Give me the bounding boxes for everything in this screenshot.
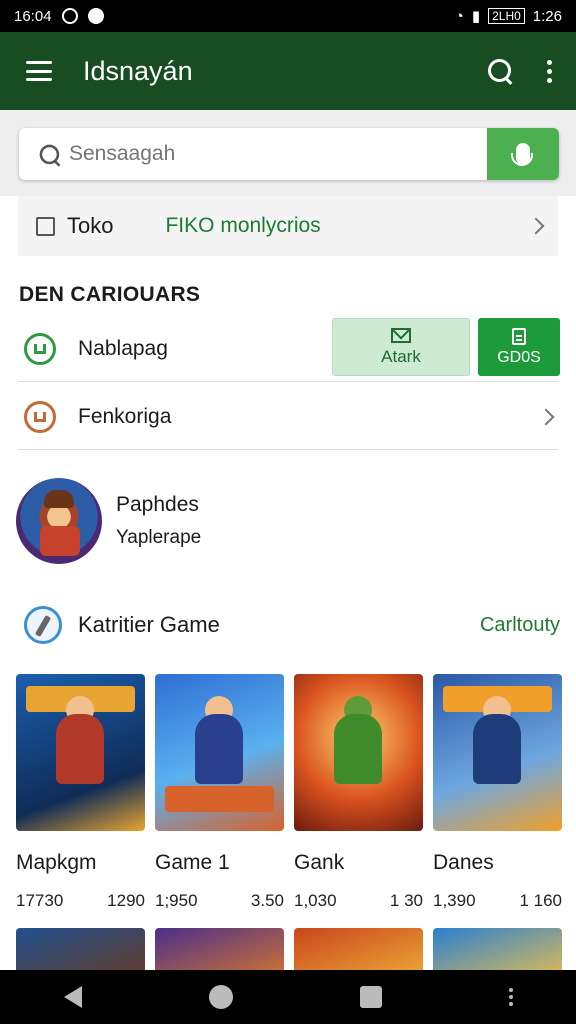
game-thumbnail[interactable] (433, 928, 562, 970)
status-time: 16:04 (14, 7, 52, 25)
game-thumbnail (294, 674, 423, 831)
mail-icon (391, 327, 411, 343)
search-icon[interactable] (487, 58, 513, 84)
game-name: Gank (294, 851, 345, 874)
game-card[interactable]: Danes 1,390 1 160 (433, 674, 562, 911)
game-stat-left: 1,030 (294, 891, 337, 910)
game-stat-left: 1,390 (433, 891, 476, 910)
chevron-right-icon (537, 408, 555, 425)
game-thumbnail[interactable] (16, 928, 145, 970)
game-card[interactable]: Game 1 1;950 3.50 (155, 674, 284, 911)
signal-icon: ▮ (471, 8, 481, 25)
game-thumbnail (155, 674, 284, 831)
game-stat-left: 1;950 (155, 891, 198, 910)
notification-icon (61, 8, 78, 24)
section-heading: DEN CARIOUARS (19, 283, 201, 306)
game-thumbnail (16, 674, 145, 831)
home-icon[interactable] (208, 985, 233, 1009)
app-title: Idsnayán (83, 55, 193, 86)
game-stat-left: 17730 (16, 891, 64, 910)
menu-row-label: Fenkoriga (78, 404, 172, 428)
game-stat-right: 1 30 (389, 891, 423, 910)
app-notification-icon (87, 8, 104, 24)
menu-row-nablapag[interactable]: Nablapag Atark GD0S (18, 316, 560, 382)
game-stat-right: 1 160 (519, 891, 562, 910)
game-section-header: Katritier Game Carltouty (24, 604, 560, 646)
search-box (19, 128, 559, 180)
game-list: Mapkgm 17730 1290 Game 1 1;950 3.50 Gank 1… (16, 674, 576, 914)
game-name: Mapkgm (16, 851, 97, 874)
game-name: Danes (433, 851, 494, 874)
menu-icon[interactable] (26, 61, 52, 81)
search-field-icon (39, 144, 60, 165)
attack-button[interactable]: Atark (332, 318, 470, 376)
search-area (0, 110, 576, 196)
navigation-bar (0, 970, 576, 1024)
search-input[interactable] (69, 142, 449, 166)
attack-button-label: Atark (381, 346, 421, 366)
shield-check-icon (24, 332, 56, 365)
chevron-right-icon (527, 217, 545, 235)
voice-search-button[interactable] (487, 128, 559, 180)
games-button[interactable]: GD0S (478, 318, 560, 376)
app-bar: Idsnayán (0, 32, 576, 110)
profile-card[interactable]: Paphdes Yaplerape (16, 476, 556, 566)
shield-icon (24, 400, 56, 433)
game-section-title: Katritier Game (78, 612, 220, 637)
recent-apps-icon[interactable] (359, 986, 382, 1008)
profile-name: Paphdes (116, 493, 199, 516)
avatar[interactable] (16, 478, 102, 564)
game-stat-right: 3.50 (250, 891, 284, 910)
game-card[interactable]: Gank 1,030 1 30 (294, 674, 423, 911)
microphone-icon (511, 143, 533, 166)
game-list-second-row (16, 928, 576, 970)
more-icon[interactable] (508, 988, 513, 1006)
filter-checkbox[interactable] (36, 216, 55, 236)
status-bar: 16:04 ◔ ▮ 2LH0 1:26 (0, 0, 576, 32)
game-name: Game 1 (155, 851, 230, 874)
filter-row[interactable]: Toko FIKO monlycrios (18, 196, 558, 256)
game-card[interactable]: Mapkgm 17730 1290 (16, 674, 145, 911)
status-clock: 1:26 (532, 7, 562, 25)
game-logo-icon (24, 606, 62, 644)
game-stat-right: 1290 (107, 891, 145, 910)
back-icon[interactable] (63, 986, 82, 1008)
games-button-label: GD0S (497, 348, 541, 366)
more-options-icon[interactable] (547, 59, 552, 83)
menu-row-fenkoriga[interactable]: Fenkoriga (18, 384, 558, 450)
filter-checkbox-label: Toko (67, 213, 114, 238)
document-icon (512, 327, 526, 345)
filter-link[interactable]: FIKO monlycrios (165, 214, 320, 238)
game-section-link[interactable]: Carltouty (480, 614, 560, 637)
game-thumbnail[interactable] (294, 928, 423, 970)
game-thumbnail[interactable] (155, 928, 284, 970)
wifi-icon: ◔ (454, 7, 464, 25)
menu-row-label: Nablapag (78, 336, 168, 360)
profile-subtitle: Yaplerape (116, 527, 202, 548)
battery-indicator: 2LH0 (488, 8, 525, 24)
game-thumbnail (433, 674, 562, 831)
